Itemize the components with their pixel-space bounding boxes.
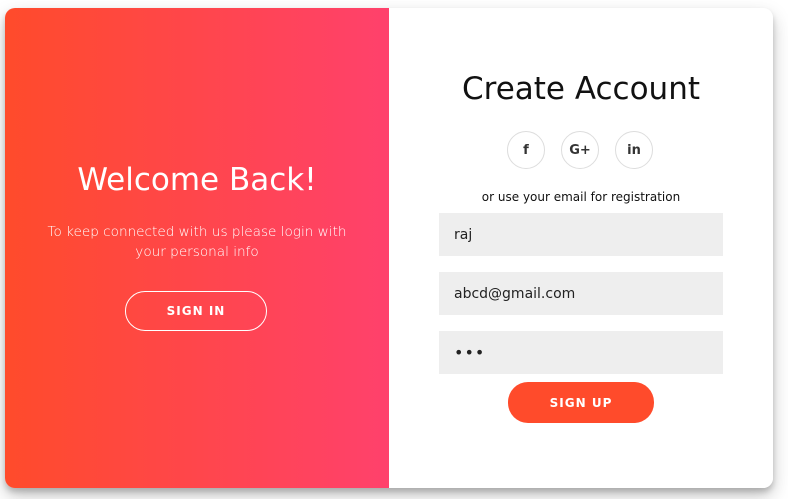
google-plus-button[interactable]: G+ [561, 131, 599, 169]
welcome-title: Welcome Back! [77, 162, 317, 198]
welcome-panel: Welcome Back! To keep connected with us … [5, 8, 389, 488]
auth-card: Welcome Back! To keep connected with us … [5, 8, 773, 488]
linkedin-button[interactable]: in [615, 131, 653, 169]
linkedin-icon: in [627, 142, 641, 158]
google-plus-icon: G+ [569, 142, 591, 158]
sign-in-button[interactable]: SIGN IN [125, 291, 267, 331]
sign-up-button[interactable]: SIGN UP [508, 382, 654, 423]
form-subtitle: or use your email for registration [481, 190, 681, 204]
signup-form: Create Account f G+ in or use your email… [389, 8, 773, 488]
facebook-button[interactable]: f [507, 131, 545, 169]
welcome-text: To keep connected with us please login w… [47, 224, 347, 260]
facebook-icon: f [523, 142, 529, 158]
password-field[interactable] [439, 331, 723, 374]
form-title: Create Account [461, 71, 701, 107]
email-field[interactable] [439, 272, 723, 315]
social-buttons: f G+ in [507, 131, 657, 171]
name-field[interactable] [439, 213, 723, 256]
